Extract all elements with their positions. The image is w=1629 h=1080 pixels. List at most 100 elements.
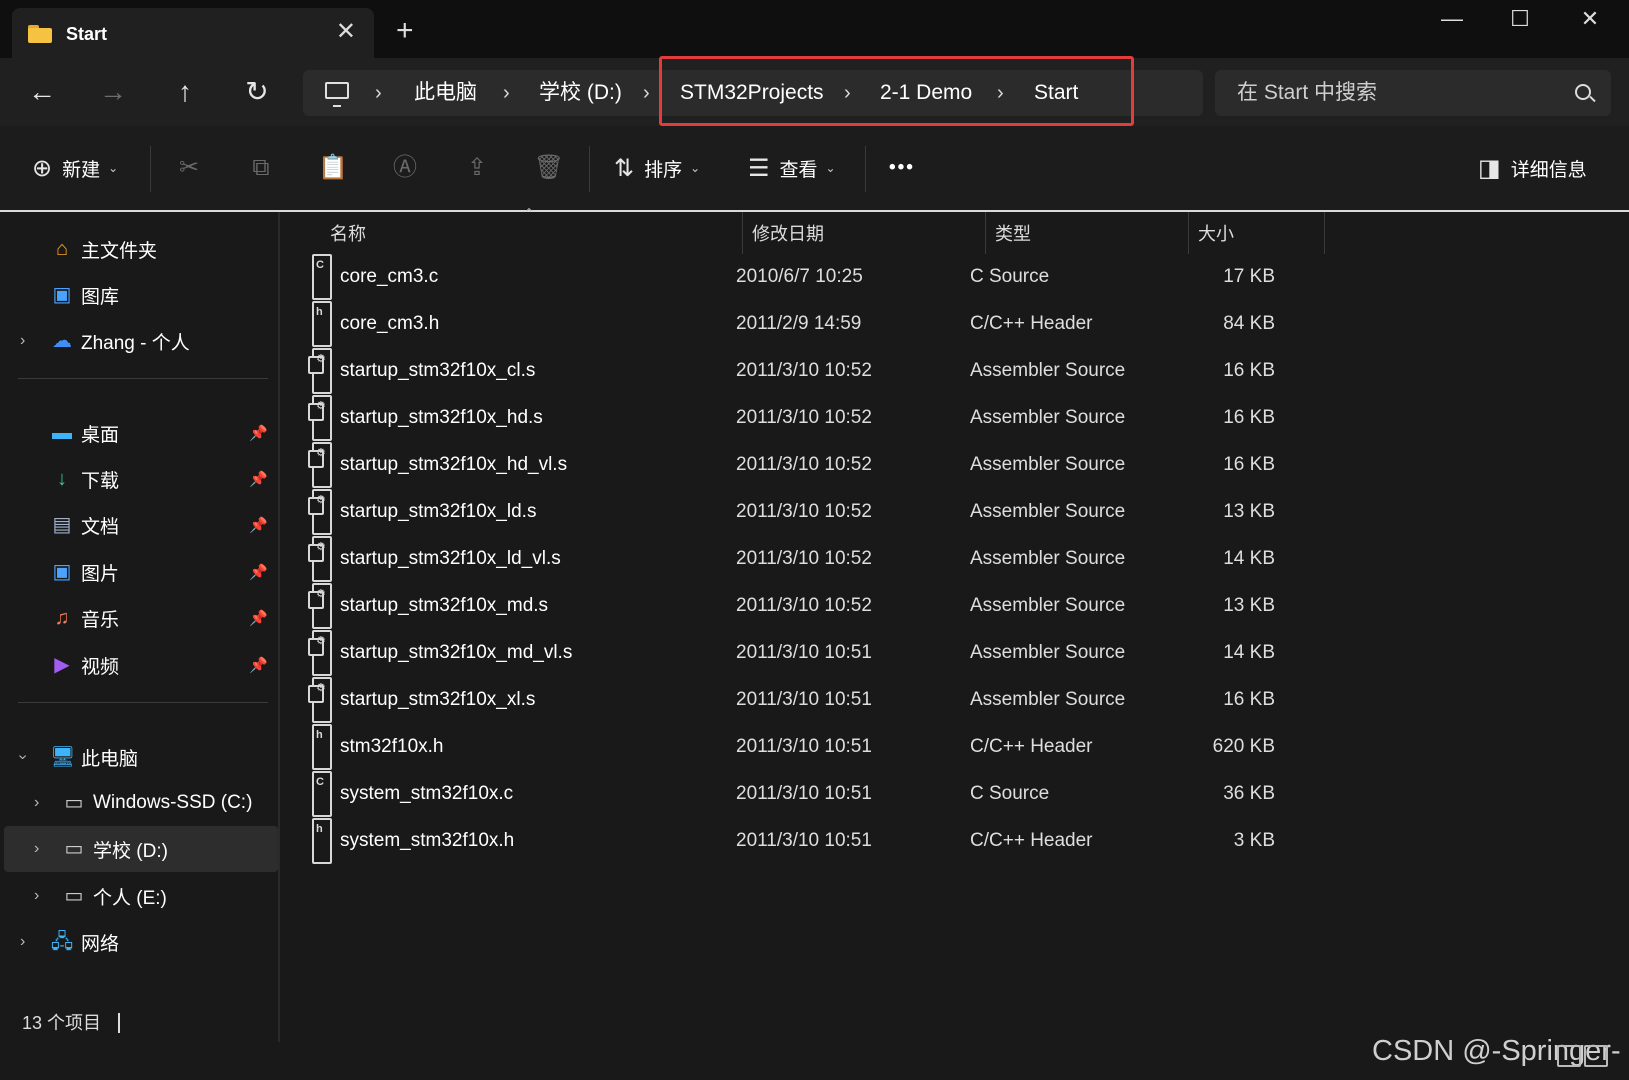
file-name: startup_stm32f10x_md_vl.s	[340, 642, 573, 663]
sidebar-item-videos[interactable]: ▶ 视频 📌	[4, 642, 278, 688]
sidebar-item-home[interactable]: ⌂ 主文件夹	[4, 226, 278, 272]
sidebar-item-label: 下载	[81, 470, 120, 492]
pin-icon[interactable]: 📌	[249, 656, 268, 674]
breadcrumb-chevron[interactable]: ›	[643, 70, 650, 116]
file-row[interactable]: ⚙ startup_stm32f10x_xl.s 2011/3/10 10:51 As…	[282, 677, 1282, 723]
breadcrumb-chevron[interactable]: ›	[375, 70, 382, 116]
sidebar-item-drive-e[interactable]: › ▭ 个人 (E:)	[4, 873, 278, 919]
up-button[interactable]: ↑	[165, 72, 205, 112]
file-name: startup_stm32f10x_ld.s	[340, 501, 537, 522]
column-header-name[interactable]: 名称	[330, 212, 366, 254]
breadcrumb-this-pc[interactable]: 此电脑	[414, 70, 477, 116]
chevron-right-icon[interactable]: ›	[34, 794, 39, 812]
close-window-button[interactable]: ✕	[1567, 6, 1613, 32]
refresh-button[interactable]: ↻	[237, 72, 277, 112]
sidebar-item-this-pc[interactable]: › 🖥 此电脑	[4, 734, 278, 780]
chevron-right-icon[interactable]: ›	[20, 332, 25, 350]
file-size: 36 KB	[1223, 783, 1275, 804]
search-input[interactable]	[1237, 70, 1557, 116]
file-row[interactable]: Ccore_cm3.c 2010/6/7 10:25 C Source 17 KB	[282, 254, 1282, 300]
pin-icon[interactable]: 📌	[249, 609, 268, 627]
title-bar: Start ✕ + — ☐ ✕	[0, 0, 1629, 60]
back-button[interactable]: ←	[22, 72, 62, 112]
details-view-icon[interactable]	[1557, 1045, 1581, 1067]
cut-icon[interactable]: ✂	[171, 150, 207, 186]
chevron-down-icon[interactable]: ›	[14, 754, 32, 759]
file-size: 3 KB	[1233, 830, 1275, 851]
sidebar-item-drive-c[interactable]: › ▭ Windows-SSD (C:)	[4, 780, 278, 826]
file-row[interactable]: ⚙ startup_stm32f10x_cl.s 2011/3/10 10:52 As…	[282, 348, 1282, 394]
this-pc-icon[interactable]	[325, 82, 349, 107]
file-row[interactable]: h stm32f10x.h 2011/3/10 10:51 C/C++ Header 6…	[282, 724, 1282, 770]
maximize-button[interactable]: ☐	[1497, 6, 1543, 32]
pin-icon[interactable]: 📌	[249, 470, 268, 488]
minimize-button[interactable]: —	[1429, 6, 1475, 32]
file-row[interactable]: ⚙ startup_stm32f10x_hd_vl.s 2011/3/10 10:5…	[282, 442, 1282, 488]
chevron-right-icon[interactable]: ›	[34, 840, 39, 858]
new-tab-button[interactable]: +	[396, 16, 414, 46]
file-row[interactable]: ⚙ startup_stm32f10x_ld.s 2011/3/10 10:52 As…	[282, 489, 1282, 535]
file-size: 84 KB	[1223, 313, 1275, 334]
file-type-glyph: h	[316, 729, 323, 741]
sidebar-item-label: 网络	[81, 933, 120, 955]
sidebar-item-documents[interactable]: ▤ 文档 📌	[4, 502, 278, 548]
chevron-down-icon: ⌄	[825, 161, 836, 175]
paste-icon[interactable]: 📋	[315, 150, 351, 186]
asm-icon: ⚙	[308, 489, 332, 535]
column-header-date[interactable]: 修改日期	[752, 212, 824, 254]
breadcrumb-chevron[interactable]: ›	[503, 70, 510, 116]
file-type-glyph: ⚙	[316, 541, 326, 553]
sidebar-item-network[interactable]: › 🖧 网络	[4, 919, 278, 965]
file-row[interactable]: ⚙ startup_stm32f10x_hd.s 2011/3/10 10:52 As…	[282, 395, 1282, 441]
pin-icon[interactable]: 📌	[249, 424, 268, 442]
rename-icon[interactable]: Ⓐ	[387, 150, 423, 186]
tab-start[interactable]: Start ✕	[12, 8, 374, 60]
file-name: startup_stm32f10x_cl.s	[340, 360, 536, 381]
sidebar-item-pictures[interactable]: ▣ 图片 📌	[4, 549, 278, 595]
asm-icon: ⚙	[308, 677, 332, 723]
toolbar-divider	[865, 146, 866, 192]
sidebar-item-label: Zhang - 个人	[81, 332, 190, 354]
new-button[interactable]: ⊕ 新建 ⌄	[32, 148, 118, 188]
plus-circle-icon: ⊕	[32, 154, 53, 182]
sidebar-item-music[interactable]: ♫ 音乐 📌	[4, 595, 278, 641]
breadcrumb-drive-d[interactable]: 学校 (D:)	[539, 70, 622, 116]
sidebar-item-desktop[interactable]: ▬ 桌面 📌	[4, 410, 278, 456]
column-divider[interactable]	[1188, 212, 1189, 254]
sidebar-item-downloads[interactable]: ↓ 下载 📌	[4, 456, 278, 502]
search-box[interactable]	[1215, 70, 1611, 116]
file-row[interactable]: h core_cm3.h 2011/2/9 14:59 C/C++ Header 84 …	[282, 301, 1282, 347]
file-type: C/C++ Header	[970, 313, 1093, 334]
details-pane-button[interactable]: ◨ 详细信息	[1478, 148, 1587, 188]
file-row[interactable]: ⚙ startup_stm32f10x_md_vl.s 2011/3/10 10:5…	[282, 630, 1282, 676]
file-row[interactable]: ⚙ startup_stm32f10x_ld_vl.s 2011/3/10 10:5…	[282, 536, 1282, 582]
column-divider[interactable]	[985, 212, 986, 254]
file-size: 13 KB	[1223, 501, 1275, 522]
file-row[interactable]: h system_stm32f10x.h 2011/3/10 10:51 C/C++ …	[282, 818, 1282, 864]
sidebar-item-onedrive[interactable]: › ☁ Zhang - 个人	[4, 318, 278, 364]
chevron-right-icon[interactable]: ›	[34, 887, 39, 905]
pin-icon[interactable]: 📌	[249, 563, 268, 581]
forward-button[interactable]: →	[93, 72, 133, 112]
file-row[interactable]: Csystem_stm32f10x.c 2011/3/10 10:51 C Sour…	[282, 771, 1282, 817]
column-header-size[interactable]: 大小	[1198, 212, 1234, 254]
file-row[interactable]: ⚙ startup_stm32f10x_md.s 2011/3/10 10:52 As…	[282, 583, 1282, 629]
copy-icon[interactable]: ⧉	[243, 150, 279, 186]
column-divider[interactable]	[1324, 212, 1325, 254]
view-button[interactable]: ☰ 查看 ⌄	[748, 148, 836, 188]
cloud-icon: ☁	[52, 330, 72, 352]
chevron-right-icon[interactable]: ›	[20, 933, 25, 951]
column-divider[interactable]	[742, 212, 743, 254]
sort-button[interactable]: ⇅ 排序 ⌄	[614, 148, 700, 188]
sidebar-item-drive-d[interactable]: › ▭ 学校 (D:)	[4, 826, 278, 872]
share-icon[interactable]: ⇪	[459, 150, 495, 186]
delete-icon[interactable]: 🗑	[531, 150, 567, 186]
tiles-view-icon[interactable]	[1584, 1045, 1608, 1067]
pin-icon[interactable]: 📌	[249, 516, 268, 534]
search-icon[interactable]	[1575, 84, 1591, 100]
column-header-type[interactable]: 类型	[995, 212, 1031, 254]
close-tab-icon[interactable]: ✕	[336, 20, 356, 44]
sidebar-item-label: 音乐	[81, 609, 120, 631]
more-options-button[interactable]: •••	[889, 148, 915, 188]
sidebar-item-gallery[interactable]: ▣ 图库	[4, 272, 278, 318]
